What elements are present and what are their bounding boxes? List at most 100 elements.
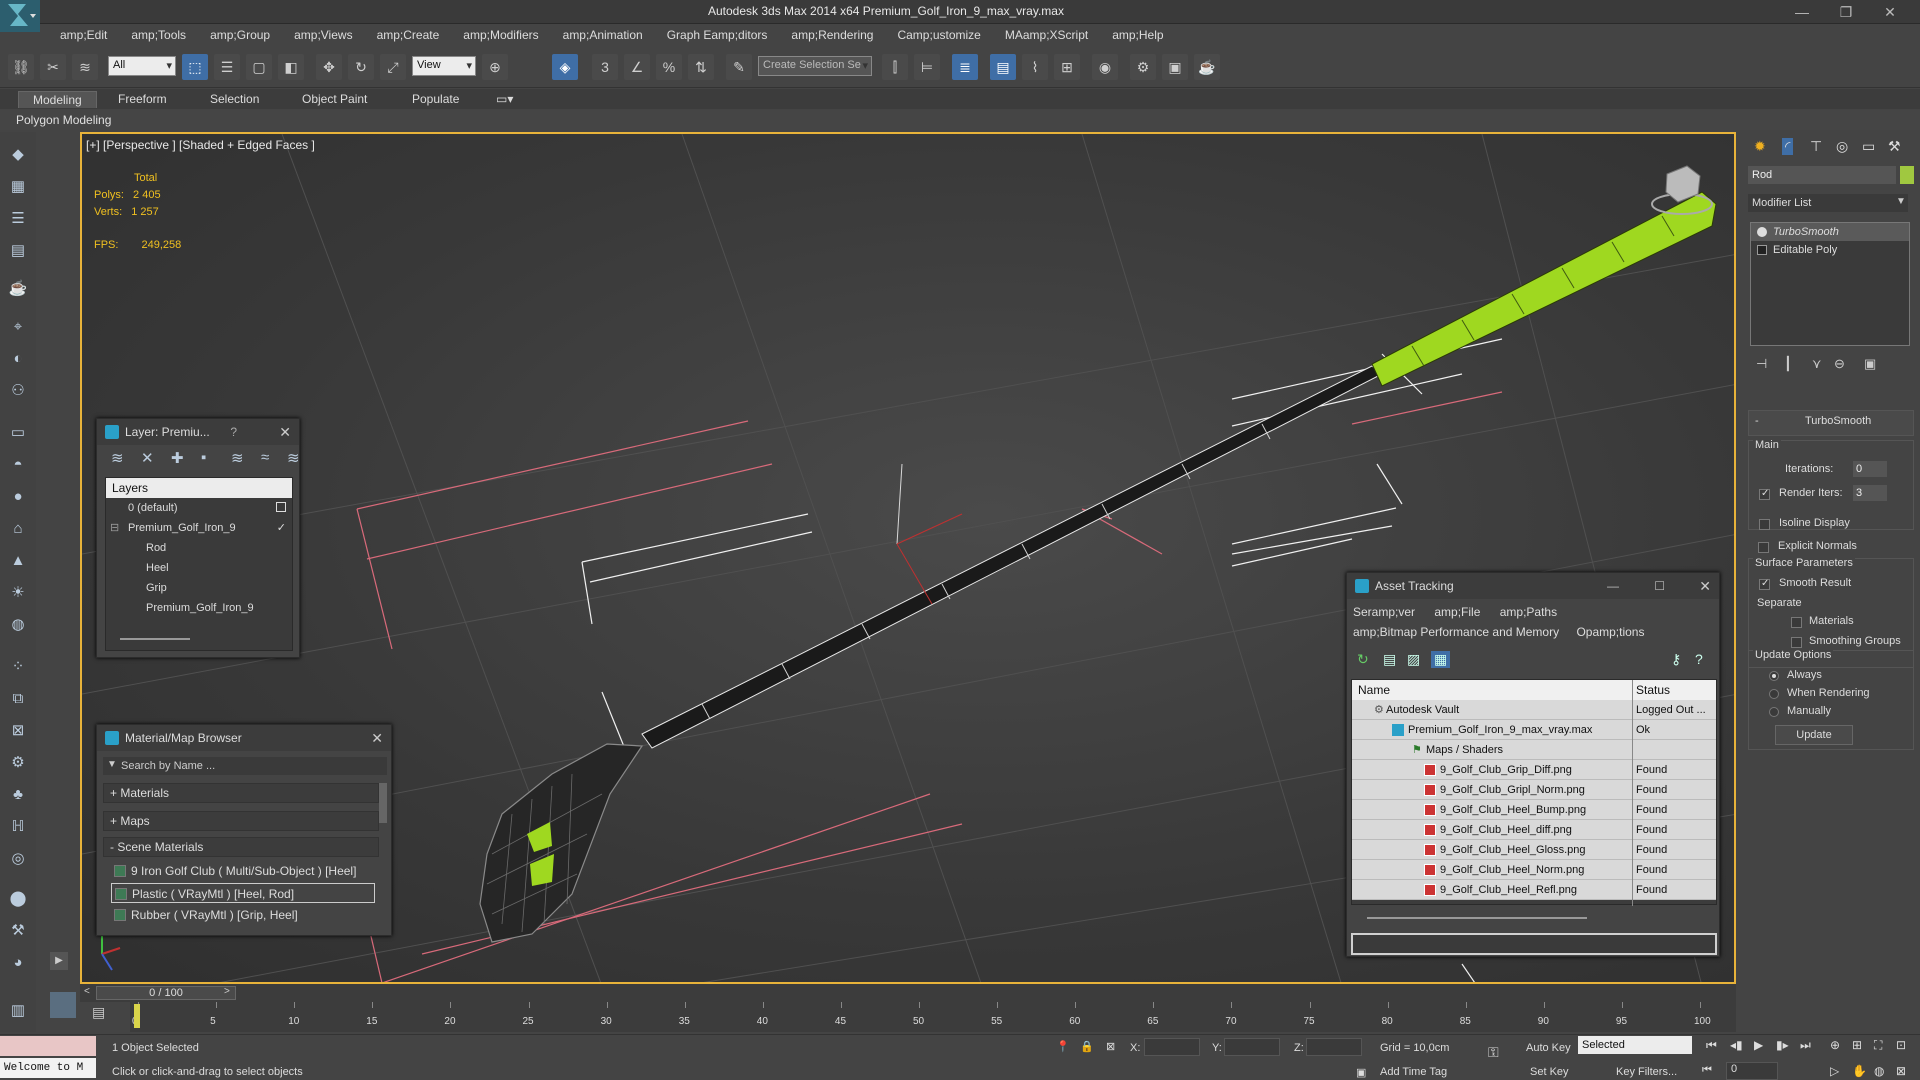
time-slider[interactable]: 0 / 100 xyxy=(96,986,236,1000)
pin-stack-icon[interactable]: ⊣ xyxy=(1756,356,1767,372)
box-icon[interactable]: ▭ xyxy=(7,422,29,444)
scale-icon[interactable]: ⤢ xyxy=(380,54,406,80)
menu-customize[interactable]: Camp;ustomize xyxy=(885,25,992,45)
minimize-icon[interactable]: — xyxy=(1607,573,1619,599)
render-setup-icon[interactable]: ⚙ xyxy=(1130,54,1156,80)
next-frame-icon[interactable]: > xyxy=(224,986,230,997)
auto-key-button[interactable]: Auto Key xyxy=(1526,1042,1571,1054)
turbosmooth-rollout-header[interactable]: - TurboSmooth xyxy=(1748,410,1914,436)
orbit-icon[interactable]: ◍ xyxy=(1874,1064,1884,1078)
lock-icon[interactable]: 🔒 xyxy=(1080,1040,1094,1053)
help-icon[interactable]: ? xyxy=(230,419,237,445)
hide-all-icon[interactable]: ≈ xyxy=(261,449,269,466)
key-filters-button[interactable]: Key Filters... xyxy=(1616,1066,1677,1078)
asset-row[interactable]: 9_Golf_Club_Heel_Refl.png Found xyxy=(1352,880,1716,900)
y-coord-field[interactable] xyxy=(1224,1038,1280,1056)
prev-key-icon[interactable]: ◂▮ xyxy=(1730,1038,1743,1052)
trash-icon[interactable]: ▥ xyxy=(7,1000,29,1022)
close-icon[interactable]: ✕ xyxy=(1876,2,1904,22)
table-icon[interactable]: ▤ xyxy=(7,240,29,262)
iterations-spinner[interactable]: 0 xyxy=(1853,461,1887,477)
move-icon[interactable]: ✥ xyxy=(316,54,342,80)
pivot-icon[interactable]: ⊕ xyxy=(482,54,508,80)
material-item[interactable]: Plastic ( VRayMtl ) [Heel, Rod] xyxy=(111,883,375,903)
chevron-down-icon[interactable]: ▼ xyxy=(1896,196,1906,207)
sphere-icon[interactable]: ◐ xyxy=(7,348,29,370)
bind-spacewarp-icon[interactable]: ≋ xyxy=(72,54,98,80)
material-editor-icon[interactable]: ◉ xyxy=(1092,54,1118,80)
layers-header[interactable]: Layers xyxy=(106,478,292,498)
render-frame-small-icon[interactable]: ▦ xyxy=(7,176,29,198)
scrollbar[interactable] xyxy=(379,783,387,823)
zoom-extents-all-icon[interactable]: ⊡ xyxy=(1896,1038,1906,1052)
camera-icon[interactable]: ⌖ xyxy=(7,316,29,338)
go-to-start-icon[interactable]: ⏮ xyxy=(1706,1038,1717,1053)
gear-icon[interactable]: ⚙ xyxy=(7,752,29,774)
select-in-layer-icon[interactable]: ▪ xyxy=(201,449,206,466)
key-icon[interactable]: ⚿ xyxy=(1488,1044,1499,1061)
refresh-icon[interactable]: ↻ xyxy=(1357,651,1369,668)
menu-rendering[interactable]: amp;Rendering xyxy=(779,25,885,45)
tab-modeling[interactable]: Modeling xyxy=(18,91,97,108)
next-key-icon[interactable]: ▮▸ xyxy=(1776,1038,1789,1052)
show-end-result-icon[interactable]: ┃ xyxy=(1784,356,1792,372)
scene-explorer-icon[interactable]: ◆ xyxy=(7,144,29,166)
menu-animation[interactable]: amp;Animation xyxy=(551,25,655,45)
viewport-label[interactable]: [+] [Perspective ] [Shaded + Edged Faces… xyxy=(86,138,315,152)
freeze-all-icon[interactable]: ≋ xyxy=(287,449,300,467)
active-layer-check-icon[interactable]: ✓ xyxy=(277,518,286,538)
menu-graph-editors[interactable]: Graph Eamp;ditors xyxy=(655,25,780,45)
new-layer-icon[interactable]: ≋ xyxy=(111,449,124,467)
select-object-icon[interactable]: ⬚ xyxy=(182,54,208,80)
pin-icon[interactable]: 📍 xyxy=(1056,1040,1070,1053)
close-icon[interactable]: ✕ xyxy=(1699,573,1711,599)
scrollbar[interactable] xyxy=(1367,917,1587,919)
helper-icon[interactable]: ⊠ xyxy=(7,720,29,742)
percent-snap-icon[interactable]: % xyxy=(656,54,682,80)
tab-freeform[interactable]: Freeform xyxy=(104,91,181,107)
list-icon[interactable]: ☰ xyxy=(7,208,29,230)
smoothing-groups-checkbox[interactable] xyxy=(1791,637,1802,648)
tube-icon[interactable]: ⧉ xyxy=(7,688,29,710)
object-name-field[interactable]: Rod xyxy=(1748,166,1896,184)
key-mode-icon[interactable]: ⏮ xyxy=(1702,1064,1712,1077)
asset-row[interactable]: Premium_Golf_Iron_9_max_vray.max Ok xyxy=(1352,720,1716,740)
app-logo-icon[interactable] xyxy=(0,0,40,32)
smooth-result-checkbox[interactable] xyxy=(1759,578,1770,590)
layer-manager-icon[interactable]: ≣ xyxy=(952,54,978,80)
zoom-all-icon[interactable]: ⊞ xyxy=(1852,1038,1862,1052)
asset-row[interactable]: 9_Golf_Club_Grip_Diff.png Found xyxy=(1352,760,1716,780)
world-icon[interactable]: ◕ xyxy=(7,952,29,974)
asset-row[interactable]: 9_Golf_Club_Heel_Norm.png Found xyxy=(1352,860,1716,880)
isoline-checkbox[interactable] xyxy=(1759,519,1770,530)
hierarchy-tab-icon[interactable]: ⊤ xyxy=(1810,138,1822,155)
prev-frame-icon[interactable]: < xyxy=(84,986,90,997)
timeline-ruler[interactable]: 0510152025303540455055606570758085909510… xyxy=(130,1002,1736,1032)
lightbulb-icon[interactable] xyxy=(1757,227,1767,237)
polygon-modeling-bar[interactable]: Polygon Modeling xyxy=(0,110,1920,130)
timeline-config-icon[interactable]: ▤ xyxy=(92,1004,112,1024)
window-crossing-icon[interactable]: ◧ xyxy=(278,54,304,80)
menu-file[interactable]: amp;File xyxy=(1434,605,1480,619)
set-key-button[interactable]: Set Key xyxy=(1530,1066,1569,1078)
mini-curve-editor-icon[interactable] xyxy=(50,992,76,1018)
add-to-layer-icon[interactable]: ✚ xyxy=(171,449,184,467)
menu-maxscript[interactable]: MAamp;XScript xyxy=(993,25,1100,45)
remove-modifier-icon[interactable]: ⊖ xyxy=(1834,356,1845,372)
people-icon[interactable]: ⚇ xyxy=(7,380,29,402)
expand-arrow-icon[interactable]: ▶ xyxy=(50,952,68,970)
menu-group[interactable]: amp;Group xyxy=(198,25,282,45)
close-icon[interactable]: ✕ xyxy=(279,419,291,445)
z-coord-field[interactable] xyxy=(1306,1038,1362,1056)
spinner-snap-icon[interactable]: ⇅ xyxy=(688,54,714,80)
ribbon-options-icon[interactable]: ▭▾ xyxy=(482,91,527,107)
select-by-name-icon[interactable]: ☰ xyxy=(214,54,240,80)
motion-tab-icon[interactable]: ◎ xyxy=(1836,138,1848,155)
menu-edit[interactable]: amp;Edit xyxy=(48,25,119,45)
layer-row[interactable]: Heel xyxy=(106,558,292,578)
zoom-extents-icon[interactable]: ⛶ xyxy=(1874,1038,1882,1053)
dome-icon[interactable]: ⌂ xyxy=(7,518,29,540)
mirror-icon[interactable]: ⫿ xyxy=(882,54,908,80)
globe-icon[interactable]: ● xyxy=(7,486,29,508)
materials-section[interactable]: + Materials xyxy=(103,783,379,803)
